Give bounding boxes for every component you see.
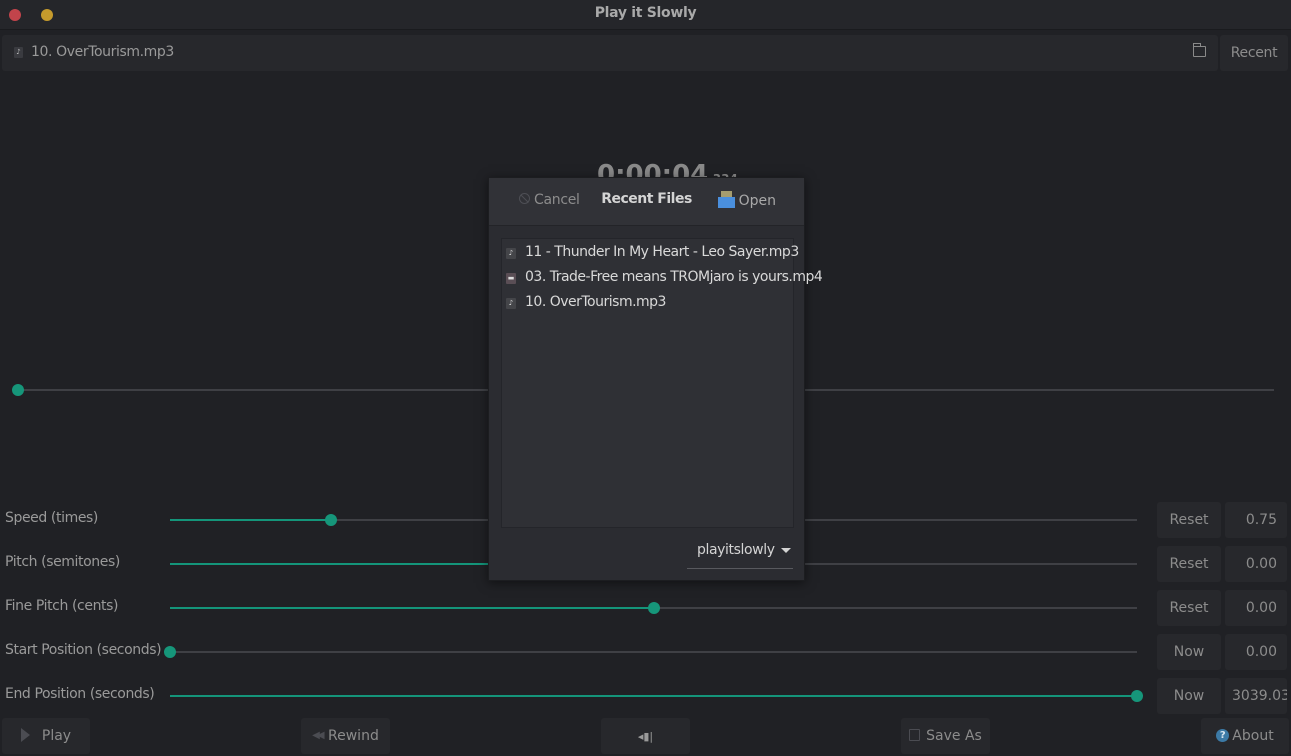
param-label: Pitch (semitones)	[5, 554, 120, 570]
video-file-icon: ▬	[506, 273, 516, 284]
open-label: Open	[738, 193, 776, 209]
play-icon	[20, 728, 30, 742]
audio-file-icon: ♪	[506, 298, 516, 309]
param-label: Fine Pitch (cents)	[5, 598, 119, 614]
list-item[interactable]: ♪ 10. OverTourism.mp3	[502, 292, 793, 317]
param-slider[interactable]	[170, 602, 1137, 614]
slider-fill	[170, 695, 1137, 697]
param-row: End Position (seconds) Now 3039.03	[0, 678, 1291, 714]
value-field[interactable]: 0.00	[1225, 546, 1287, 582]
param-row: Fine Pitch (cents) Reset 0.00	[0, 590, 1291, 626]
folder-icon	[1193, 43, 1206, 57]
title-bar: Play it Slowly	[0, 0, 1291, 30]
file-name: 03. Trade-Free means TROMjaro is yours.m…	[525, 269, 823, 285]
save-as-label: Save As	[926, 728, 982, 744]
filter-dropdown[interactable]: playitslowly	[687, 535, 793, 569]
slider-thumb[interactable]	[164, 646, 176, 658]
play-button[interactable]: Play	[2, 718, 90, 754]
file-chooser-button[interactable]: ♪ 10. OverTourism.mp3	[2, 35, 1218, 71]
value-field[interactable]: 0.00	[1225, 590, 1287, 626]
list-item[interactable]: ▬ 03. Trade-Free means TROMjaro is yours.…	[502, 267, 823, 292]
help-icon: ?	[1216, 728, 1230, 742]
slider-thumb[interactable]	[324, 514, 337, 526]
volume-icon: ◂▮|	[637, 730, 654, 743]
value-field[interactable]: 0.75	[1225, 502, 1287, 538]
recent-button[interactable]: Recent	[1220, 35, 1288, 71]
volume-button[interactable]: ◂▮|	[601, 718, 690, 754]
value-field[interactable]: 0.00	[1225, 634, 1287, 670]
audio-file-icon: ♪	[14, 47, 23, 58]
filter-value: playitslowly	[697, 542, 775, 558]
about-label: About	[1232, 728, 1274, 744]
reset-button[interactable]: Reset	[1157, 502, 1221, 538]
slider-thumb[interactable]	[647, 602, 660, 614]
param-slider[interactable]	[164, 646, 1137, 658]
param-label: End Position (seconds)	[5, 686, 155, 702]
save-icon	[909, 729, 921, 741]
open-button[interactable]: Open	[717, 190, 776, 209]
about-button[interactable]: ? About	[1201, 718, 1289, 754]
reset-button[interactable]: Reset	[1157, 590, 1221, 626]
value-field[interactable]: 3039.03	[1225, 678, 1287, 714]
list-item[interactable]: ♪ 11 - Thunder In My Heart - Leo Sayer.mp…	[502, 242, 799, 267]
rewind-label: Rewind	[328, 728, 379, 744]
param-label: Speed (times)	[5, 510, 98, 526]
save-as-button[interactable]: Save As	[901, 718, 990, 754]
current-file-name: 10. OverTourism.mp3	[31, 44, 174, 60]
param-slider[interactable]	[170, 690, 1143, 702]
slider-fill	[170, 607, 654, 609]
slider-thumb[interactable]	[1131, 690, 1143, 702]
recent-files-dialog: Cancel Recent Files Open ♪ 11 - Thunder I…	[488, 177, 823, 581]
param-label: Start Position (seconds)	[5, 642, 162, 658]
param-row: Start Position (seconds) Now 0.00	[0, 634, 1291, 670]
reset-button[interactable]: Reset	[1157, 546, 1221, 582]
recent-file-list[interactable]: ♪ 11 - Thunder In My Heart - Leo Sayer.mp…	[501, 238, 823, 528]
now-button[interactable]: Now	[1157, 634, 1221, 670]
slider-fill	[170, 519, 331, 521]
file-name: 11 - Thunder In My Heart - Leo Sayer.mp3	[525, 244, 799, 260]
open-folder-icon	[717, 190, 735, 208]
rewind-icon: ◀◀	[312, 730, 325, 741]
now-button[interactable]: Now	[1157, 678, 1221, 714]
dialog-header: Cancel Recent Files Open	[489, 178, 804, 226]
rewind-button[interactable]: ◀◀ Rewind	[301, 718, 390, 754]
window-title: Play it Slowly	[594, 5, 697, 21]
file-name: 10. OverTourism.mp3	[525, 294, 666, 310]
seek-slider-thumb[interactable]	[12, 384, 24, 396]
play-label: Play	[41, 728, 72, 744]
chevron-down-icon	[780, 547, 791, 553]
audio-file-icon: ♪	[506, 248, 516, 259]
